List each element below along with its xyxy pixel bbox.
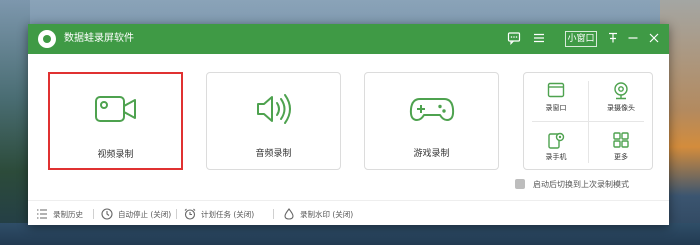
watermark-label: 录制水印 (关闭) xyxy=(300,210,354,219)
scheduled-task-label: 计划任务 (关闭) xyxy=(201,210,255,219)
alarm-icon xyxy=(184,208,196,220)
video-record-card[interactable]: 视频录制 xyxy=(48,72,183,170)
tools-panel: 录窗口 录摄像头 录手机 更多 xyxy=(523,72,653,170)
audio-record-card[interactable]: 音频录制 xyxy=(206,72,341,170)
wallpaper-bottom xyxy=(0,223,700,245)
title-bar: 数据蛙录屏软件 小窗口 xyxy=(28,24,669,54)
wallpaper-left xyxy=(0,0,30,245)
record-webcam-label: 录摄像头 xyxy=(607,104,635,112)
window-icon xyxy=(547,82,565,98)
record-webcam-button[interactable]: 录摄像头 xyxy=(589,73,653,121)
auto-switch-label: 启动后切换到上次录制模式 xyxy=(533,180,629,189)
speaker-icon xyxy=(256,94,291,124)
feedback-icon[interactable] xyxy=(506,31,522,47)
list-icon xyxy=(37,209,47,219)
app-window: 数据蛙录屏软件 小窗口 视频录制 音频录制 游戏录制 录窗口 录摄像头 录手机 … xyxy=(28,24,669,225)
menu-icon[interactable] xyxy=(531,31,547,47)
gamepad-icon xyxy=(409,98,454,121)
auto-stop-label: 自动停止 (关闭) xyxy=(118,210,172,219)
more-tools-button[interactable]: 更多 xyxy=(589,122,653,170)
record-window-label: 录窗口 xyxy=(545,104,567,112)
footer-divider xyxy=(273,209,274,219)
video-camera-icon xyxy=(94,96,136,122)
webcam-icon xyxy=(614,82,628,100)
mini-window-button[interactable]: 小窗口 xyxy=(565,31,597,47)
video-record-label: 视频录制 xyxy=(97,150,134,160)
audio-record-label: 音频录制 xyxy=(255,149,292,159)
footer-divider xyxy=(93,209,94,219)
game-record-card[interactable]: 游戏录制 xyxy=(364,72,499,170)
footer-bar: 录制历史 自动停止 (关闭) 计划任务 (关闭) 录制水印 (关闭) xyxy=(28,200,669,226)
drop-icon xyxy=(284,208,294,220)
record-window-button[interactable]: 录窗口 xyxy=(524,73,588,121)
app-logo-icon xyxy=(38,30,56,48)
more-tools-label: 更多 xyxy=(614,153,628,161)
minimize-icon[interactable] xyxy=(625,31,641,47)
phone-icon xyxy=(548,132,565,149)
close-icon[interactable] xyxy=(646,31,662,47)
record-phone-button[interactable]: 录手机 xyxy=(524,122,588,170)
auto-switch-checkbox[interactable] xyxy=(515,179,525,189)
pin-icon[interactable] xyxy=(605,31,621,47)
game-record-label: 游戏录制 xyxy=(413,149,450,159)
record-phone-label: 录手机 xyxy=(545,153,567,161)
record-history-label: 录制历史 xyxy=(53,210,83,219)
footer-divider xyxy=(176,209,177,219)
more-grid-icon xyxy=(613,132,629,148)
clock-icon xyxy=(101,208,113,220)
app-title: 数据蛙录屏软件 xyxy=(64,33,134,44)
